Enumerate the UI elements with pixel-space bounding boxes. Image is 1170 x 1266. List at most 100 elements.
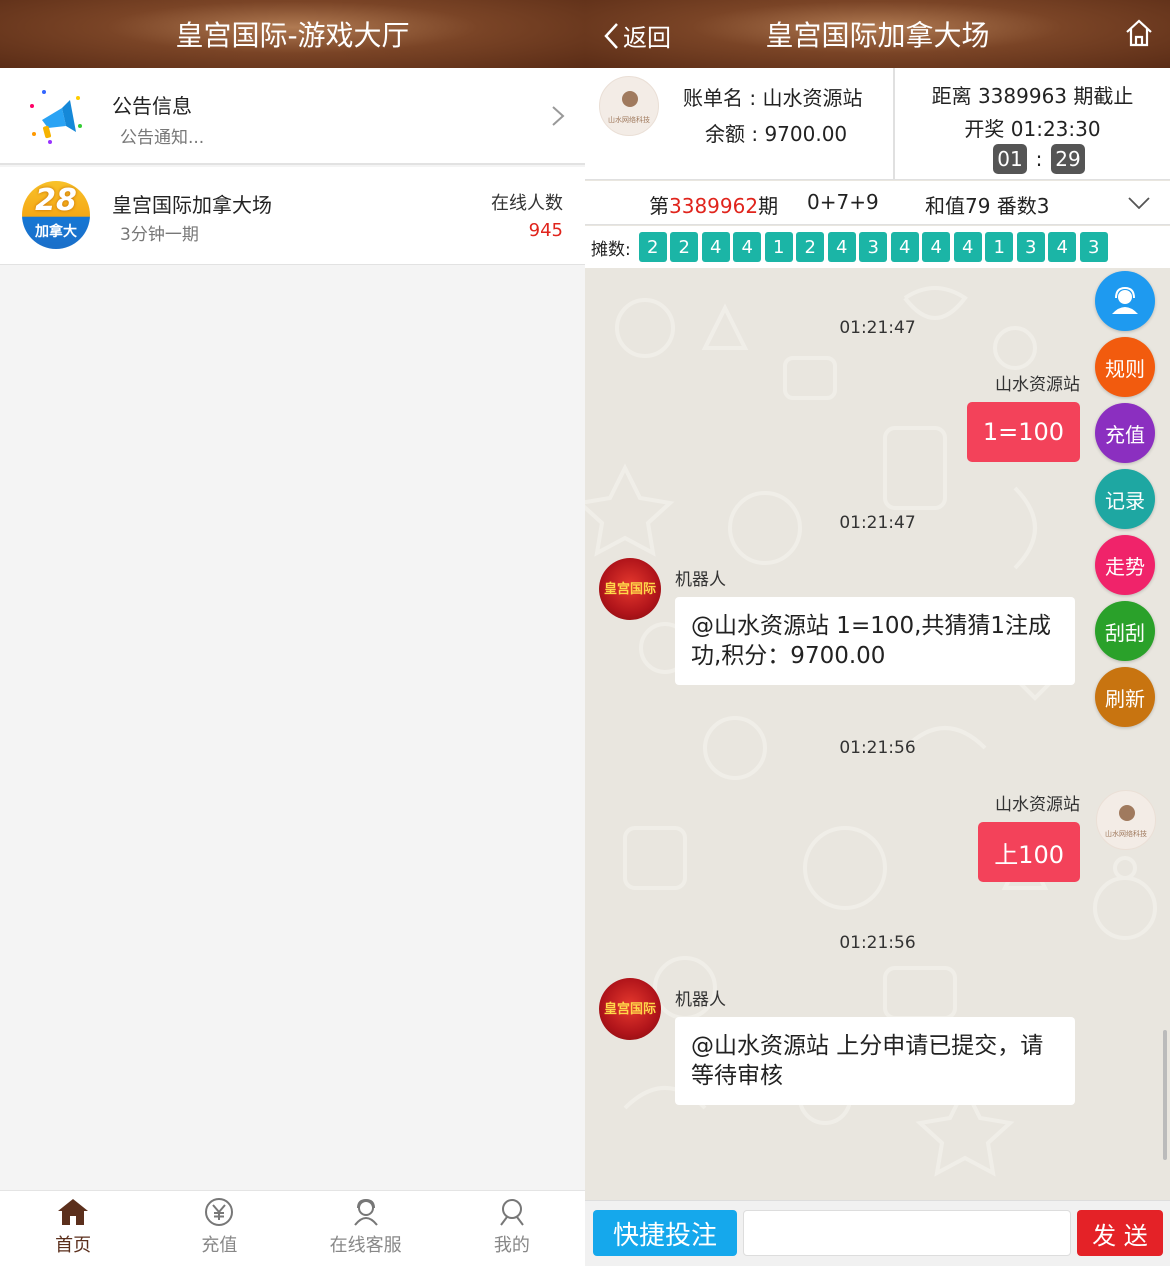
avatar-logo-text: 山水网络科技: [608, 116, 650, 124]
tan-value-chip: 1: [985, 232, 1014, 262]
chevron-right-icon: [552, 106, 565, 126]
bot-avatar: 皇宫国际: [599, 558, 661, 620]
tan-value-chip: 4: [922, 232, 951, 262]
back-label: 返回: [623, 24, 671, 52]
avatar-logo-mark: [1119, 805, 1135, 821]
last-result-row[interactable]: 第3389962期 0+7+9 和值79 番数3: [585, 181, 1170, 225]
incoming-message-bubble: @山水资源站 上分申请已提交，请等待审核: [675, 1017, 1075, 1105]
tab-mine-label: 我的: [493, 1235, 530, 1256]
bot-avatar: 皇宫国际: [599, 978, 661, 1040]
incoming-message-bubble: @山水资源站 1=100,共猜猜1注成功,积分：9700.00: [675, 597, 1075, 685]
tab-recharge[interactable]: 充值: [146, 1191, 292, 1266]
result-formula: 0+7+9: [807, 190, 879, 214]
user-icon: [500, 1199, 524, 1226]
rules-button[interactable]: 规则: [1095, 337, 1155, 397]
message-timestamp: 01:21:56: [839, 933, 916, 953]
notice-row[interactable]: 公告信息 公告通知...: [0, 68, 585, 165]
chevron-down-icon[interactable]: [1128, 197, 1150, 209]
message-timestamp: 01:21:47: [839, 513, 916, 533]
tan-value-chip: 2: [638, 232, 667, 262]
message-sender: 山水资源站: [995, 375, 1080, 395]
recharge-button[interactable]: 充值: [1095, 403, 1155, 463]
notice-subtitle: 公告通知...: [120, 128, 205, 148]
support-icon: [353, 1198, 378, 1226]
timer-seconds: 29: [1051, 144, 1085, 174]
back-button[interactable]: 返回: [603, 18, 671, 53]
megaphone-icon: [30, 90, 82, 144]
account-avatar: 山水网络科技: [599, 76, 659, 136]
room-titlebar: 返回 皇宫国际加拿大场: [585, 0, 1170, 68]
timer-separator: :: [1035, 147, 1043, 171]
countdown-timer: 01 : 29: [993, 144, 1085, 174]
outgoing-message-bubble: 上100: [978, 822, 1080, 882]
bottom-tab-bar: 首页 充值 在线客服 我的: [0, 1190, 585, 1266]
room-panel: 返回 皇宫国际加拿大场 山水网络科技 账单名 : 山水资源站 余额 : 9700…: [585, 0, 1170, 1266]
game-logo: 28 加拿大: [22, 181, 90, 249]
quick-bet-button[interactable]: 快捷投注: [593, 1210, 737, 1256]
tan-value-chip: 4: [701, 232, 730, 262]
room-title: 皇宫国际加拿大场: [765, 19, 990, 52]
tan-value-chip: 2: [670, 232, 699, 262]
avatar-logo-mark: [622, 91, 638, 107]
input-bar: 快捷投注 发 送: [585, 1200, 1170, 1266]
game-row-canada[interactable]: 28 加拿大 皇宫国际加拿大场 3分钟一期 在线人数 945: [0, 167, 585, 265]
online-label: 在线人数: [491, 193, 563, 214]
outgoing-message-bubble: 1=100: [966, 402, 1080, 462]
logo-number: 28: [35, 183, 77, 218]
tan-value-chip: 4: [827, 232, 856, 262]
message-timestamp: 01:21:47: [839, 318, 916, 338]
logo-caption: 加拿大: [35, 224, 77, 240]
game-period: 3分钟一期: [120, 225, 199, 245]
tan-label: 摊数:: [591, 239, 631, 260]
draw-time: 开奖 01:23:30: [964, 117, 1101, 141]
tan-value-chip: 4: [1048, 232, 1077, 262]
avatar-logo-text: 山水网络科技: [1105, 830, 1147, 838]
tan-value-chip: 4: [733, 232, 762, 262]
records-button[interactable]: 记录: [1095, 469, 1155, 529]
scratch-button[interactable]: 刮刮: [1095, 601, 1155, 661]
home-icon: [58, 1199, 89, 1225]
tan-history-row: 摊数: 224412434441343: [585, 226, 1170, 268]
game-name: 皇宫国际加拿大场: [112, 193, 272, 217]
app-root: 皇宫国际-游戏大厅 公告信息 公告通知... 28 加拿大 皇宫国际加拿大场 3…: [0, 0, 1170, 1266]
chat-scrollbar[interactable]: [1163, 1030, 1167, 1160]
chat-area[interactable]: 01:21:47 山水资源站 1=100 01:21:47 皇宫国际 机器人 @…: [585, 268, 1170, 1198]
issue-id: 3389962: [669, 194, 759, 218]
timer-minutes: 01: [993, 144, 1027, 174]
message-sender: 机器人: [675, 570, 726, 590]
tan-value-chip: 3: [1079, 232, 1108, 262]
lobby-title: 皇宫国际-游戏大厅: [0, 0, 585, 68]
tan-value-chip: 4: [953, 232, 982, 262]
tab-home-label: 首页: [55, 1235, 92, 1256]
tan-values: 224412434441343: [638, 232, 1112, 262]
issue-number: 第3389962期: [649, 190, 778, 219]
tan-value-chip: 4: [890, 232, 919, 262]
tab-recharge-label: 充值: [201, 1235, 238, 1256]
user-avatar: 山水网络科技: [1096, 790, 1156, 850]
home-icon[interactable]: [1124, 18, 1154, 48]
customer-service-icon: [1112, 286, 1138, 314]
tab-support[interactable]: 在线客服: [293, 1191, 439, 1266]
bot-avatar-text: 皇宫国际: [603, 582, 656, 597]
message-sender: 山水资源站: [995, 795, 1080, 815]
tan-value-chip: 3: [1016, 232, 1045, 262]
notice-title: 公告信息: [112, 94, 192, 118]
online-count: 945: [528, 220, 563, 241]
issue-prefix: 第: [649, 194, 669, 218]
chevron-left-icon: [604, 22, 618, 49]
message-input[interactable]: [743, 1210, 1071, 1256]
tab-home[interactable]: 首页: [0, 1191, 146, 1266]
tab-mine[interactable]: 我的: [439, 1191, 585, 1266]
trend-button[interactable]: 走势: [1095, 535, 1155, 595]
refresh-button[interactable]: 刷新: [1095, 667, 1155, 727]
lobby-panel: 皇宫国际-游戏大厅 公告信息 公告通知... 28 加拿大 皇宫国际加拿大场 3…: [0, 0, 585, 1266]
message-sender: 机器人: [675, 990, 726, 1010]
issue-suffix: 期: [758, 194, 779, 218]
account-name: 账单名 : 山水资源站: [683, 86, 863, 110]
customer-service-button[interactable]: [1095, 271, 1155, 331]
result-sum: 和值79 番数3: [925, 194, 1050, 218]
message-timestamp: 01:21:56: [839, 738, 916, 758]
send-button[interactable]: 发 送: [1077, 1210, 1163, 1256]
bot-avatar-text: 皇宫国际: [603, 1002, 656, 1017]
tan-value-chip: 1: [764, 232, 793, 262]
